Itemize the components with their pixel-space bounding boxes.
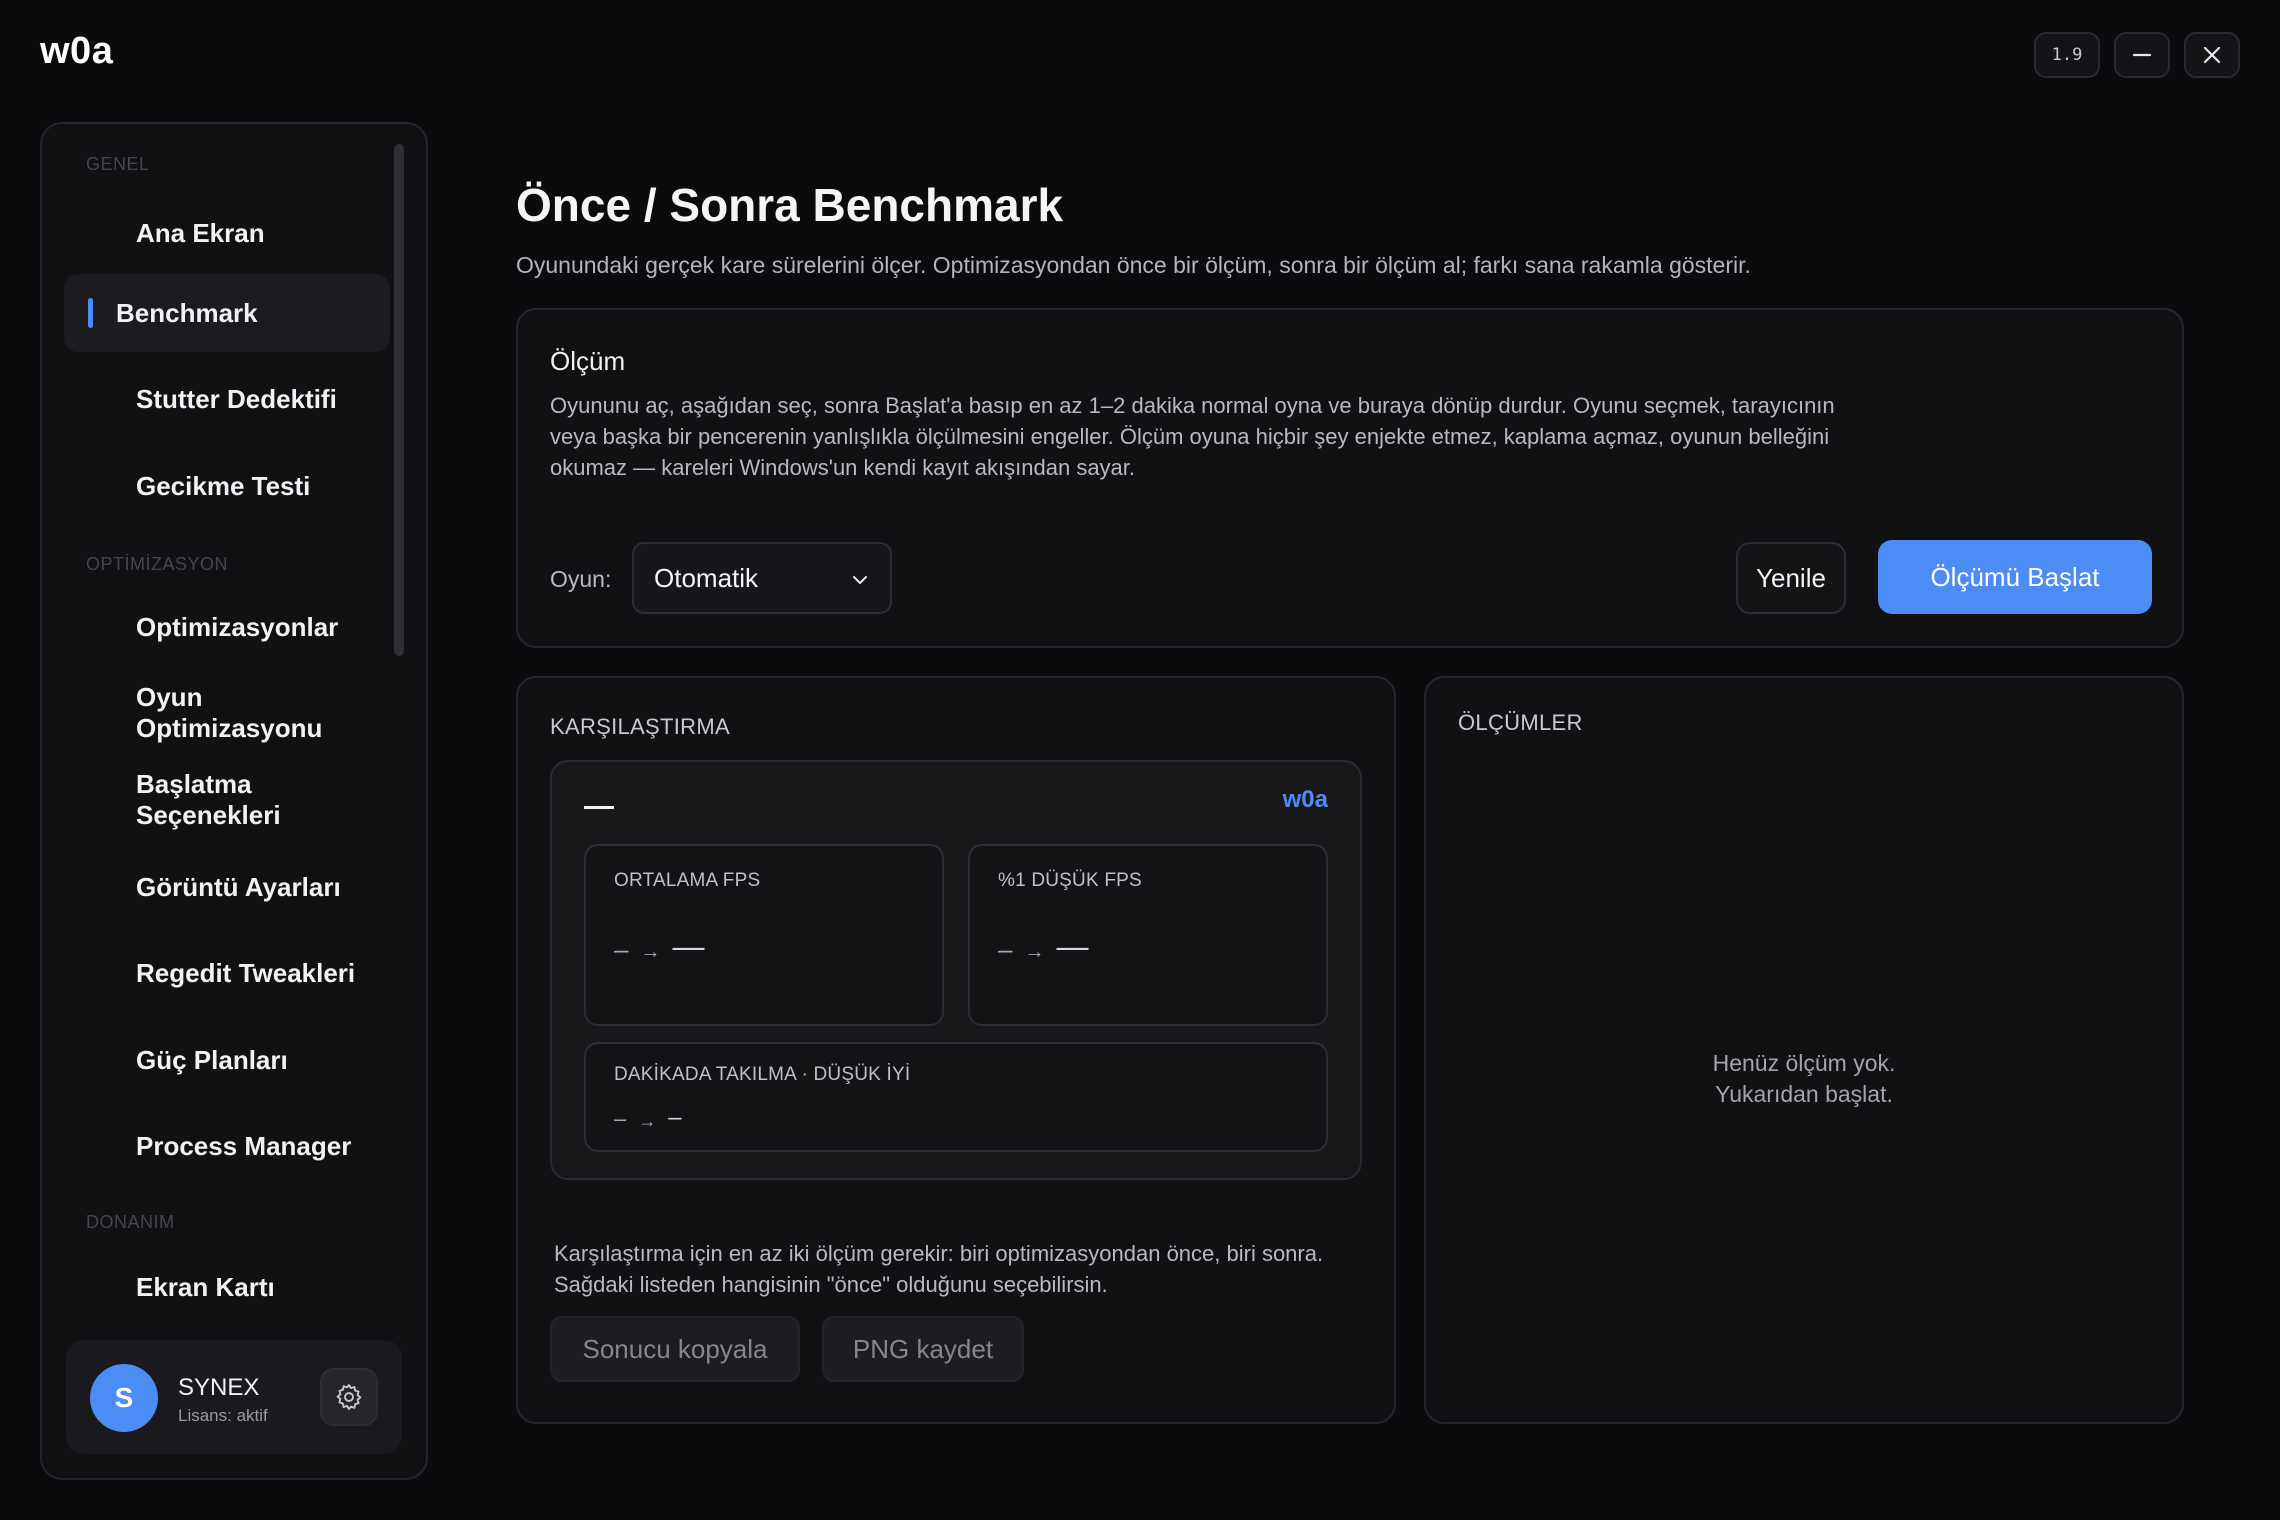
comparison-panel: w0a ORTALAMA FPS – → — %1 DÜŞÜK FPS – → … [550, 760, 1362, 1180]
sidebar-item-benchmark[interactable]: Benchmark [64, 274, 390, 352]
measurements-heading: ÖLÇÜMLER [1458, 710, 1583, 735]
sidebar-item-label: Güç Planları [136, 1044, 288, 1075]
sidebar: GENEL Ana Ekran Benchmark Stutter Dedekt… [40, 122, 428, 1480]
game-select-value: Otomatik [654, 562, 759, 593]
stat-values: – → – [614, 1104, 682, 1131]
empty-state: Henüz ölçüm yok. Yukarıdan başlat. [1426, 1048, 2182, 1110]
brand-logo: w0a [1282, 786, 1328, 813]
sidebar-item-label: Görüntü Ayarları [136, 871, 341, 902]
sidebar-item-oyun-optimizasyonu[interactable]: Oyun Optimizasyonu [64, 674, 390, 752]
measurement-description: Oyununu aç, aşağıdan seç, sonra Başlat'a… [550, 393, 1835, 480]
close-button[interactable] [2184, 32, 2240, 78]
stat-avg-fps: ORTALAMA FPS – → — [584, 844, 944, 1026]
stat-before-value: – [998, 934, 1013, 964]
sidebar-item-ekran-karti[interactable]: Ekran Kartı [64, 1248, 390, 1326]
sidebar-item-gecikme-testi[interactable]: Gecikme Testi [64, 447, 390, 525]
sidebar-item-label: Ana Ekran [136, 217, 265, 248]
comparison-heading: KARŞILAŞTIRMA [550, 714, 730, 739]
save-png-button[interactable]: PNG kaydet [822, 1316, 1024, 1382]
sidebar-item-regedit-tweakleri[interactable]: Regedit Tweakleri [64, 934, 390, 1012]
stat-values: – → — [998, 930, 1088, 962]
stat-label: DAKİKADA TAKILMA · DÜŞÜK İYİ [614, 1064, 911, 1085]
copy-result-button[interactable]: Sonucu kopyala [550, 1316, 800, 1382]
start-measurement-button[interactable]: Ölçümü Başlat [1878, 540, 2152, 614]
measurement-card: Ölçüm Oyununu aç, aşağıdan seç, sonra Ba… [516, 308, 2184, 648]
settings-button[interactable] [320, 1368, 378, 1426]
stat-after-value: – [668, 1104, 682, 1131]
page-subtitle: Oyunundaki gerçek kare sürelerini ölçer.… [516, 252, 1751, 278]
game-select[interactable]: Otomatik [632, 542, 892, 614]
sidebar-item-label: Benchmark [116, 297, 258, 328]
sidebar-item-label: Optimizasyonlar [136, 611, 339, 642]
stat-label: %1 DÜŞÜK FPS [998, 870, 1142, 891]
app-logo: w0a [40, 30, 114, 72]
gear-icon [336, 1383, 362, 1411]
comparison-title-placeholder [584, 806, 614, 809]
sidebar-item-label: Ekran Kartı [136, 1271, 275, 1302]
empty-state-line: Yukarıdan başlat. [1715, 1081, 1893, 1107]
measurement-heading: Ölçüm [550, 346, 626, 376]
stat-low-fps: %1 DÜŞÜK FPS – → — [968, 844, 1328, 1026]
page-title: Önce / Sonra Benchmark [516, 179, 1064, 231]
sidebar-item-baslatma-secenekleri[interactable]: Başlatma Seçenekleri [64, 761, 390, 839]
license-status: Lisans: aktif [178, 1406, 268, 1425]
window-controls: 1.9 [2034, 32, 2240, 78]
sidebar-item-ana-ekran[interactable]: Ana Ekran [64, 194, 390, 272]
section-label-genel: GENEL [86, 154, 150, 174]
minimize-button[interactable] [2114, 32, 2170, 78]
stat-values: – → — [614, 930, 704, 962]
refresh-button[interactable]: Yenile [1736, 542, 1846, 614]
stat-stutters-per-minute: DAKİKADA TAKILMA · DÜŞÜK İYİ – → – [584, 1042, 1328, 1152]
sidebar-item-process-manager[interactable]: Process Manager [64, 1107, 390, 1185]
user-name: SYNEX [178, 1374, 260, 1401]
stat-label: ORTALAMA FPS [614, 870, 761, 891]
sidebar-item-label: Regedit Tweakleri [136, 957, 356, 988]
sidebar-item-label: Gecikme Testi [136, 470, 311, 501]
sidebar-scrollbar[interactable] [394, 144, 404, 656]
section-label-optimizasyon: OPTİMİZASYON [86, 554, 229, 574]
sidebar-item-stutter-dedektifi[interactable]: Stutter Dedektifi [64, 360, 390, 438]
stat-before-value: – [614, 934, 629, 964]
sidebar-item-label: Stutter Dedektifi [136, 383, 337, 414]
sidebar-item-label: Oyun Optimizasyonu [136, 682, 323, 743]
minimize-icon [2132, 53, 2152, 57]
arrow-right-icon: → [638, 1111, 657, 1131]
chevron-down-icon [853, 576, 867, 584]
version-badge: 1.9 [2034, 32, 2100, 78]
sidebar-item-guc-planlari[interactable]: Güç Planları [64, 1021, 390, 1099]
arrow-right-icon: → [640, 941, 661, 963]
arrow-right-icon: → [1024, 941, 1045, 963]
sidebar-item-goruntu-ayarlari[interactable]: Görüntü Ayarları [64, 848, 390, 926]
stat-after-value: — [1056, 928, 1089, 964]
sidebar-item-optimizasyonlar[interactable]: Optimizasyonlar [64, 588, 390, 666]
game-label: Oyun: [550, 566, 612, 592]
close-icon [2203, 46, 2221, 64]
section-label-donanim: DONANIM [86, 1212, 175, 1232]
stat-before-value: – [614, 1106, 627, 1131]
empty-state-line: Henüz ölçüm yok. [1712, 1050, 1896, 1076]
avatar: S [90, 1364, 158, 1432]
comparison-note: Karşılaştırma için en az iki ölçüm gerek… [554, 1241, 1324, 1297]
comparison-card: KARŞILAŞTIRMA w0a ORTALAMA FPS – → — %1 … [516, 676, 1396, 1424]
sidebar-item-label: Başlatma Seçenekleri [136, 769, 281, 830]
stat-after-value: — [672, 928, 705, 964]
sidebar-item-label: Process Manager [136, 1130, 352, 1161]
user-card: S SYNEX Lisans: aktif [66, 1340, 402, 1454]
measurements-card: ÖLÇÜMLER Henüz ölçüm yok. Yukarıdan başl… [1424, 676, 2184, 1424]
